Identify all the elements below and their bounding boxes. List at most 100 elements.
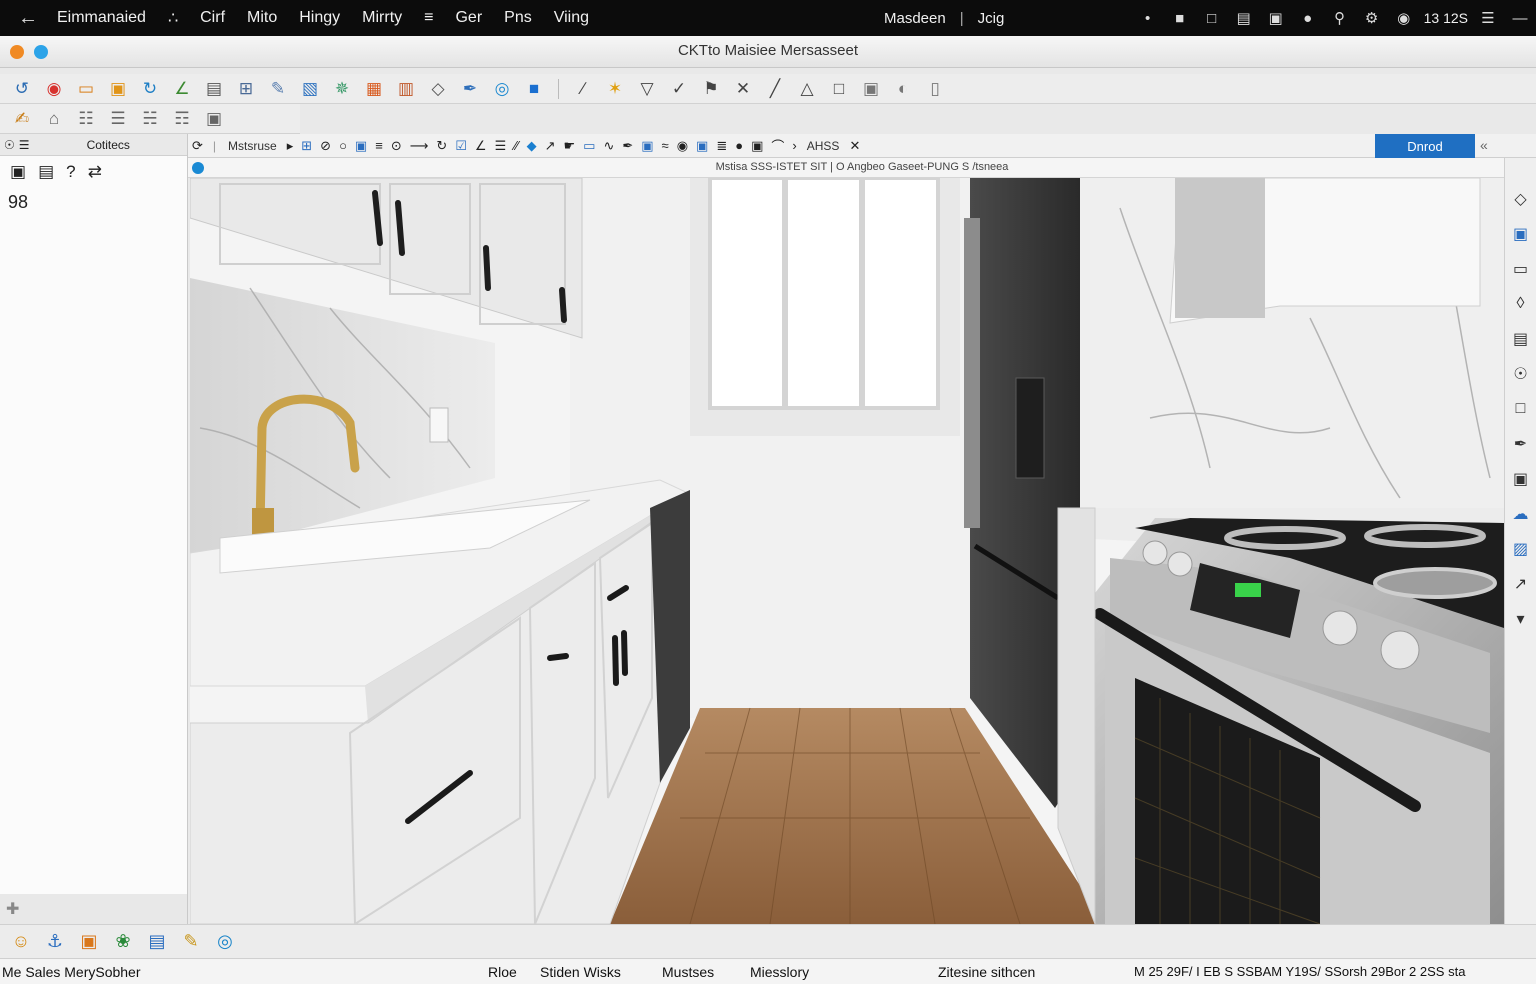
cloud-icon[interactable]: ☁ <box>1508 501 1534 527</box>
down-icon[interactable]: ▾ <box>1508 606 1534 632</box>
book-icon[interactable]: ▤ <box>144 929 170 955</box>
star-tool-icon[interactable]: ✶ <box>602 77 628 101</box>
status-item-3[interactable]: Mustses <box>662 964 714 980</box>
grid-icon[interactable]: ▦ <box>361 77 387 101</box>
menu-item-2[interactable]: Mito <box>236 9 288 27</box>
wave-icon[interactable]: ∿ <box>599 138 618 154</box>
briefcase-icon[interactable]: ▣ <box>1508 466 1534 492</box>
search-icon[interactable]: ⚲ <box>1324 9 1356 27</box>
check-tool-icon[interactable]: ✓ <box>666 77 692 101</box>
lock-icon[interactable]: ▣ <box>637 138 657 154</box>
globe-icon[interactable]: ◎ <box>489 77 515 101</box>
circle-icon[interactable]: ○ <box>335 138 351 153</box>
monitor-icon[interactable]: ▣ <box>10 162 26 182</box>
globe-icon[interactable]: ◎ <box>212 929 238 955</box>
menu-item-4[interactable]: Mirrty <box>351 9 413 27</box>
screen-icon[interactable]: ▣ <box>1260 9 1292 27</box>
molecule-icon[interactable]: ✵ <box>329 77 355 101</box>
location-icon[interactable]: ● <box>1292 10 1324 27</box>
box-icon[interactable]: ▣ <box>747 138 767 154</box>
camera-icon[interactable]: ▣ <box>351 138 371 154</box>
collapse-icon[interactable]: « <box>1480 137 1488 153</box>
help-icon[interactable]: ? <box>66 162 75 182</box>
bullet-icon[interactable]: ● <box>731 138 747 153</box>
brush-tool-icon[interactable]: ✒ <box>1508 431 1534 457</box>
cabinet-icon[interactable]: ☷ <box>73 107 99 131</box>
bucket-icon[interactable]: ▥ <box>393 77 419 101</box>
folder-icon[interactable]: ▤ <box>1508 326 1534 352</box>
dot-icon[interactable]: ⊙ <box>387 138 406 154</box>
chart-icon[interactable]: ▧ <box>297 77 323 101</box>
line-tool-icon[interactable]: ∕ <box>570 77 596 101</box>
catalog-icon[interactable]: ▤ <box>201 77 227 101</box>
flag-icon[interactable]: ⚑ <box>698 77 724 101</box>
lightbulb-icon[interactable]: ☉ <box>0 138 19 152</box>
triangle-icon[interactable]: △ <box>794 77 820 101</box>
3d-viewport[interactable] <box>190 178 1504 924</box>
status-item-2[interactable]: Stiden Wisks <box>540 964 621 980</box>
brush-icon[interactable]: ✒ <box>618 138 637 154</box>
arrow-right-icon[interactable]: ⟶ <box>406 138 433 154</box>
room-icon[interactable]: ⌂ <box>41 107 67 131</box>
checkbox-icon[interactable]: ☑ <box>451 138 471 154</box>
menu-item-7[interactable]: Viing <box>543 9 600 27</box>
slash-icon[interactable]: ∕∕ <box>510 138 522 153</box>
tag-icon[interactable]: ◇ <box>425 77 451 101</box>
doc-icon[interactable]: ▤ <box>1228 9 1260 27</box>
done-button[interactable]: Dnrod <box>1375 134 1475 158</box>
eraser-icon[interactable]: ◇ <box>1508 186 1534 212</box>
lamp-icon[interactable]: ☉ <box>1508 361 1534 387</box>
refresh-icon[interactable]: ↻ <box>137 77 163 101</box>
export-icon[interactable]: ↗ <box>1508 571 1534 597</box>
selection-icon[interactable]: ⟳ <box>188 138 207 154</box>
photo-icon[interactable]: ▨ <box>1508 536 1534 562</box>
lines-icon[interactable]: ☰ <box>491 138 511 154</box>
close-tool-icon[interactable]: ✕ <box>845 138 864 154</box>
window-tool-icon[interactable]: ▭ <box>1508 256 1534 282</box>
menu-item-6[interactable]: Pns <box>493 9 543 27</box>
door-icon[interactable]: ▯ <box>922 77 948 101</box>
control-center-icon[interactable]: ☰ <box>1472 9 1504 27</box>
flow-icon[interactable]: ≈ <box>658 138 673 153</box>
record-icon[interactable]: ◉ <box>41 77 67 101</box>
polyline-icon[interactable]: ╱ <box>762 77 788 101</box>
settings-icon[interactable]: ⚙ <box>1356 9 1388 27</box>
view-icon[interactable]: ▣ <box>201 107 227 131</box>
table-icon[interactable]: ⊞ <box>233 77 259 101</box>
package-icon[interactable]: ▣ <box>76 929 102 955</box>
compare-icon[interactable]: ⇄ <box>88 162 102 182</box>
message-icon[interactable]: ■ <box>1164 10 1196 27</box>
pin-icon[interactable]: • <box>1132 10 1164 27</box>
tree-icon[interactable]: ❀ <box>110 929 136 955</box>
window-icon[interactable]: ▭ <box>73 77 99 101</box>
cross-tool-icon[interactable]: ✕ <box>730 77 756 101</box>
filter-icon[interactable]: ▽ <box>634 77 660 101</box>
document-icon[interactable]: ▤ <box>38 162 54 182</box>
frame-tool-icon[interactable]: ▭ <box>579 138 599 154</box>
list-icon[interactable]: ☰ <box>19 138 30 152</box>
grid-toggle-icon[interactable]: ⊞ <box>297 138 316 154</box>
add-icon[interactable]: ✚ <box>6 899 19 919</box>
pin-tool-icon[interactable]: ◆ <box>523 138 541 154</box>
hand-icon[interactable]: ☛ <box>559 138 579 154</box>
document-menu-sub[interactable]: Jcig <box>978 10 1005 27</box>
status-item-4[interactable]: Miesslory <box>750 964 809 980</box>
wifi-icon[interactable]: ◉ <box>1388 9 1420 27</box>
menu-more-icon[interactable]: — <box>1504 10 1536 27</box>
arrow-up-icon[interactable]: ↗ <box>541 138 560 154</box>
fixture-icon[interactable]: ☵ <box>137 107 163 131</box>
list-icon[interactable]: ≡ <box>413 9 444 27</box>
measure-icon[interactable]: ∠ <box>169 77 195 101</box>
menu-item-3[interactable]: Hingy <box>288 9 351 27</box>
document-menu-name[interactable]: Masdeen <box>884 10 946 27</box>
user-icon[interactable]: ☺ <box>8 929 34 955</box>
arrow-left-icon[interactable]: ← <box>0 7 46 30</box>
options-label[interactable]: Mstsruse <box>222 139 283 153</box>
align-icon[interactable]: ≡ <box>371 138 387 153</box>
undo-icon[interactable]: ↺ <box>9 77 35 101</box>
frame-icon[interactable]: ▣ <box>858 77 884 101</box>
target-icon[interactable]: ◉ <box>673 138 692 154</box>
paint-brush-icon[interactable]: ✎ <box>178 929 204 955</box>
save-icon[interactable]: ■ <box>521 77 547 101</box>
rotate-icon[interactable]: ↻ <box>432 138 451 154</box>
